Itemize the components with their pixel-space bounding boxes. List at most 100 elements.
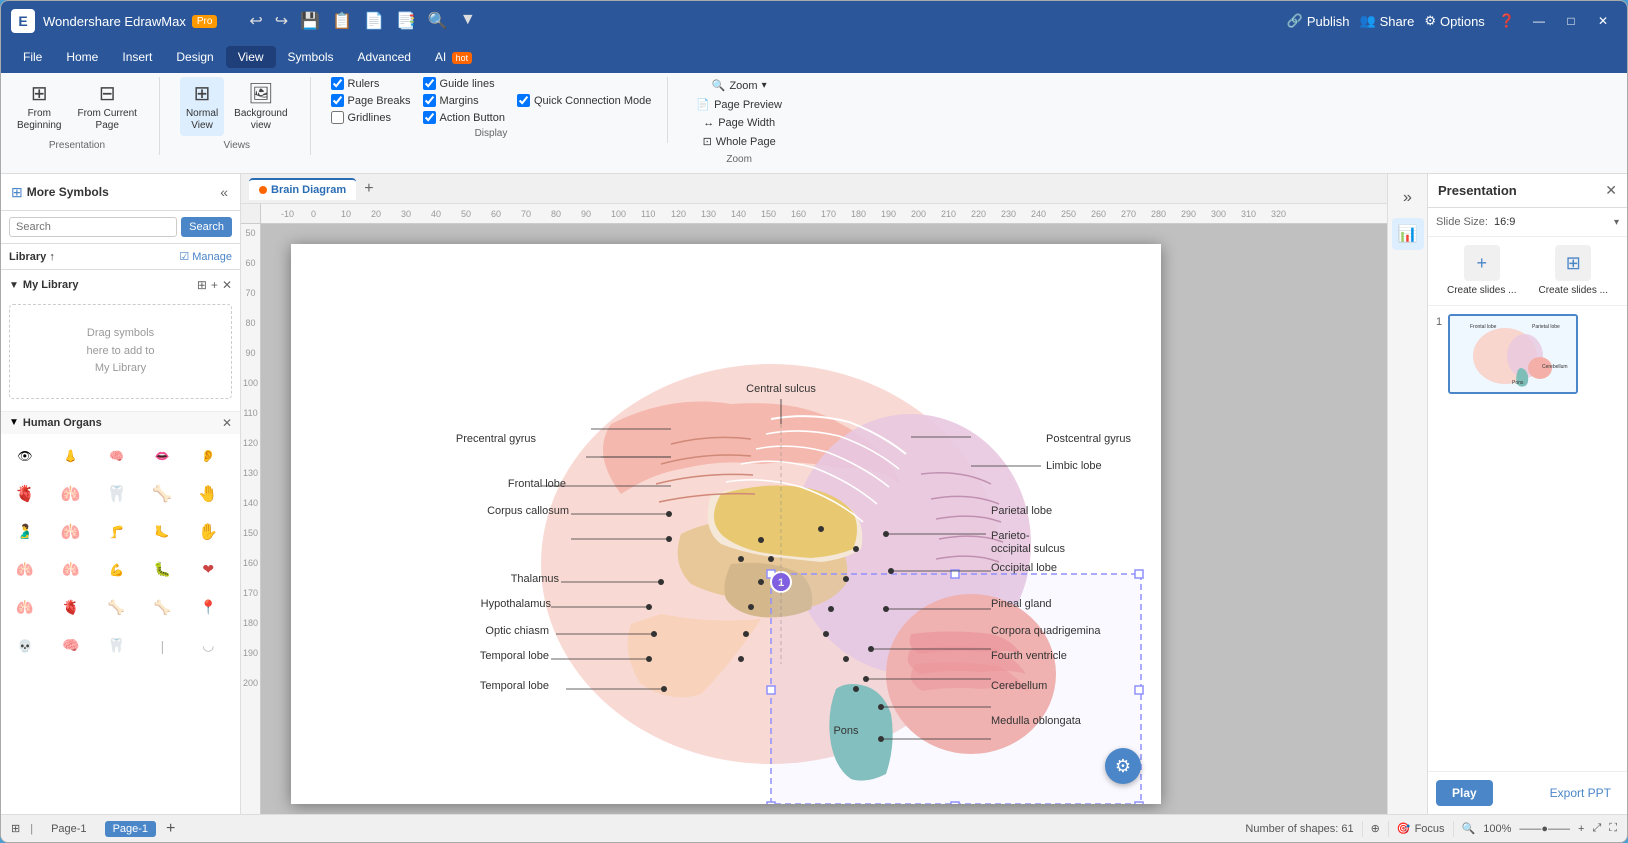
presentation-panel-btn[interactable]: 📊: [1392, 218, 1424, 250]
organ-stomach[interactable]: 🫃: [7, 514, 43, 550]
export-btn[interactable]: Export PPT: [1542, 780, 1619, 806]
search-input[interactable]: [9, 217, 177, 237]
search-btn-qa[interactable]: 🔍: [424, 9, 452, 33]
menu-advanced[interactable]: Advanced: [346, 46, 423, 68]
slide-size-dropdown[interactable]: ▾: [1614, 217, 1619, 228]
close-btn[interactable]: ✕: [1589, 7, 1617, 35]
redo-btn[interactable]: ↪: [271, 9, 292, 33]
create-slides-2-btn[interactable]: ⊞ Create slides ...: [1539, 245, 1608, 297]
right-sidebar-close-btn[interactable]: ✕: [1605, 182, 1617, 199]
from-beginning-btn[interactable]: ⊞ FromBeginning: [11, 77, 67, 136]
organ-kidney[interactable]: 🫁: [53, 514, 89, 550]
action-button-checkbox[interactable]: Action Button: [423, 111, 505, 124]
organ-skull[interactable]: 💀: [7, 628, 43, 664]
organ-lung1[interactable]: 🫁: [53, 476, 89, 512]
from-current-btn[interactable]: ⊟ From CurrentPage: [71, 77, 142, 136]
menu-symbols[interactable]: Symbols: [276, 46, 346, 68]
layers-btn[interactable]: ⊕: [1371, 822, 1380, 835]
organs-close-btn[interactable]: ✕: [222, 416, 232, 430]
menu-home[interactable]: Home: [54, 46, 110, 68]
menu-insert[interactable]: Insert: [110, 46, 164, 68]
help-btn[interactable]: ❓: [1499, 13, 1515, 29]
page-preview-btn[interactable]: 📄 Page Preview: [688, 96, 790, 113]
quick-connection-checkbox[interactable]: Quick Connection Mode: [517, 94, 651, 107]
organ-spine1[interactable]: 🦴: [99, 590, 135, 626]
my-library-copy-btn[interactable]: ⊞: [197, 278, 207, 292]
page-1-active[interactable]: Page-1: [105, 821, 156, 837]
slide-item-1[interactable]: 1 Frontal lobe Parietal lobe Cerebellum: [1436, 314, 1619, 394]
organ-arm[interactable]: 💪: [99, 552, 135, 588]
zoom-slider[interactable]: ——●——: [1519, 823, 1570, 835]
share-btn[interactable]: 👥 Share: [1359, 13, 1414, 29]
guide-lines-checkbox[interactable]: Guide lines: [423, 77, 505, 90]
page-width-btn[interactable]: ↔ Page Width: [695, 115, 783, 131]
organ-lung3[interactable]: 🫁: [7, 590, 43, 626]
organ-pin[interactable]: 📍: [190, 590, 226, 626]
organ-ear[interactable]: 👂: [190, 438, 226, 474]
menu-view[interactable]: View: [226, 46, 276, 68]
brain-diagram-tab[interactable]: Brain Diagram: [249, 178, 356, 200]
add-page-btn[interactable]: +: [166, 820, 175, 838]
organ-hand1[interactable]: 🫀: [7, 476, 43, 512]
play-btn[interactable]: Play: [1436, 780, 1493, 806]
gridlines-checkbox[interactable]: Gridlines: [331, 111, 411, 124]
manage-btn[interactable]: ☑ Manage: [179, 250, 232, 263]
human-organs-header[interactable]: ▼ Human Organs ✕: [1, 412, 240, 434]
expand-panel-btn[interactable]: »: [1392, 182, 1424, 214]
copy-btn[interactable]: 📋: [328, 9, 356, 33]
focus-btn[interactable]: 🎯 Focus: [1397, 822, 1445, 835]
menu-design[interactable]: Design: [164, 46, 225, 68]
fit-btn[interactable]: ⤢: [1592, 822, 1601, 835]
organ-heart2[interactable]: ❤: [190, 552, 226, 588]
zoom-out-btn[interactable]: 🔍: [1462, 822, 1476, 835]
page-1-inactive[interactable]: Page-1: [43, 821, 94, 837]
create-slides-1-btn[interactable]: + Create slides ...: [1447, 245, 1516, 297]
floating-action-btn[interactable]: ⚙: [1105, 748, 1141, 784]
undo-btn[interactable]: ↩: [245, 9, 266, 33]
my-library-add-btn[interactable]: +: [211, 278, 218, 292]
publish-btn[interactable]: 🔗 Publish: [1287, 13, 1350, 29]
organ-palm[interactable]: 🤚: [190, 476, 226, 512]
organ-eye[interactable]: 👁: [7, 438, 43, 474]
organ-foot[interactable]: 🦶: [144, 514, 180, 550]
organ-brain2[interactable]: 🧠: [53, 628, 89, 664]
page-breaks-checkbox[interactable]: Page Breaks: [331, 94, 411, 107]
whole-page-btn[interactable]: ⊡ Whole Page: [695, 133, 784, 150]
menu-file[interactable]: File: [11, 46, 54, 68]
slide-thumbnail[interactable]: Frontal lobe Parietal lobe Cerebellum Po…: [1448, 314, 1578, 394]
my-library-header[interactable]: ▼ My Library ⊞ + ✕: [1, 274, 240, 296]
organ-tooth[interactable]: 🦷: [99, 476, 135, 512]
maximize-btn[interactable]: □: [1557, 7, 1585, 35]
organ-nose[interactable]: 👃: [53, 438, 89, 474]
search-button[interactable]: Search: [181, 217, 232, 237]
organ-heart3[interactable]: 🫀: [53, 590, 89, 626]
organ-hand2[interactable]: ✋: [190, 514, 226, 550]
sidebar-expand-btn[interactable]: «: [218, 182, 230, 202]
organ-lung2[interactable]: 🫁: [7, 552, 43, 588]
menu-ai[interactable]: AI hot: [423, 46, 484, 68]
zoom-in-btn[interactable]: +: [1578, 823, 1584, 835]
organ-liver[interactable]: 🫁: [53, 552, 89, 588]
rulers-checkbox[interactable]: Rulers: [331, 77, 411, 90]
page-btn[interactable]: 📄: [360, 9, 388, 33]
minimize-btn[interactable]: —: [1525, 7, 1553, 35]
view-mode-btn[interactable]: ⊞: [11, 822, 20, 835]
margins-checkbox[interactable]: Margins: [423, 94, 505, 107]
organ-brain-small[interactable]: 🧠: [99, 438, 135, 474]
fullscreen-btn[interactable]: ⛶: [1609, 822, 1617, 835]
organ-spine3[interactable]: |: [144, 628, 180, 664]
organ-intestine[interactable]: 🐛: [144, 552, 180, 588]
background-view-btn[interactable]: 🖼 Backgroundview: [228, 77, 293, 136]
organ-leg[interactable]: 🦵: [99, 514, 135, 550]
organ-spine2[interactable]: 🦴: [144, 590, 180, 626]
pages-btn[interactable]: 📑: [392, 9, 420, 33]
organ-mouth[interactable]: 👄: [144, 438, 180, 474]
organ-bone[interactable]: 🦴: [144, 476, 180, 512]
canvas-viewport[interactable]: 1: [261, 224, 1387, 814]
canvas-page[interactable]: 1: [291, 244, 1161, 804]
more-qa-btn[interactable]: ▼: [456, 9, 480, 33]
zoom-btn[interactable]: 🔍 Zoom ▾: [704, 77, 775, 94]
normal-view-btn[interactable]: ⊞ NormalView: [180, 77, 224, 136]
organ-uterus[interactable]: ◡: [190, 628, 226, 664]
options-btn[interactable]: ⚙ Options: [1424, 13, 1484, 29]
